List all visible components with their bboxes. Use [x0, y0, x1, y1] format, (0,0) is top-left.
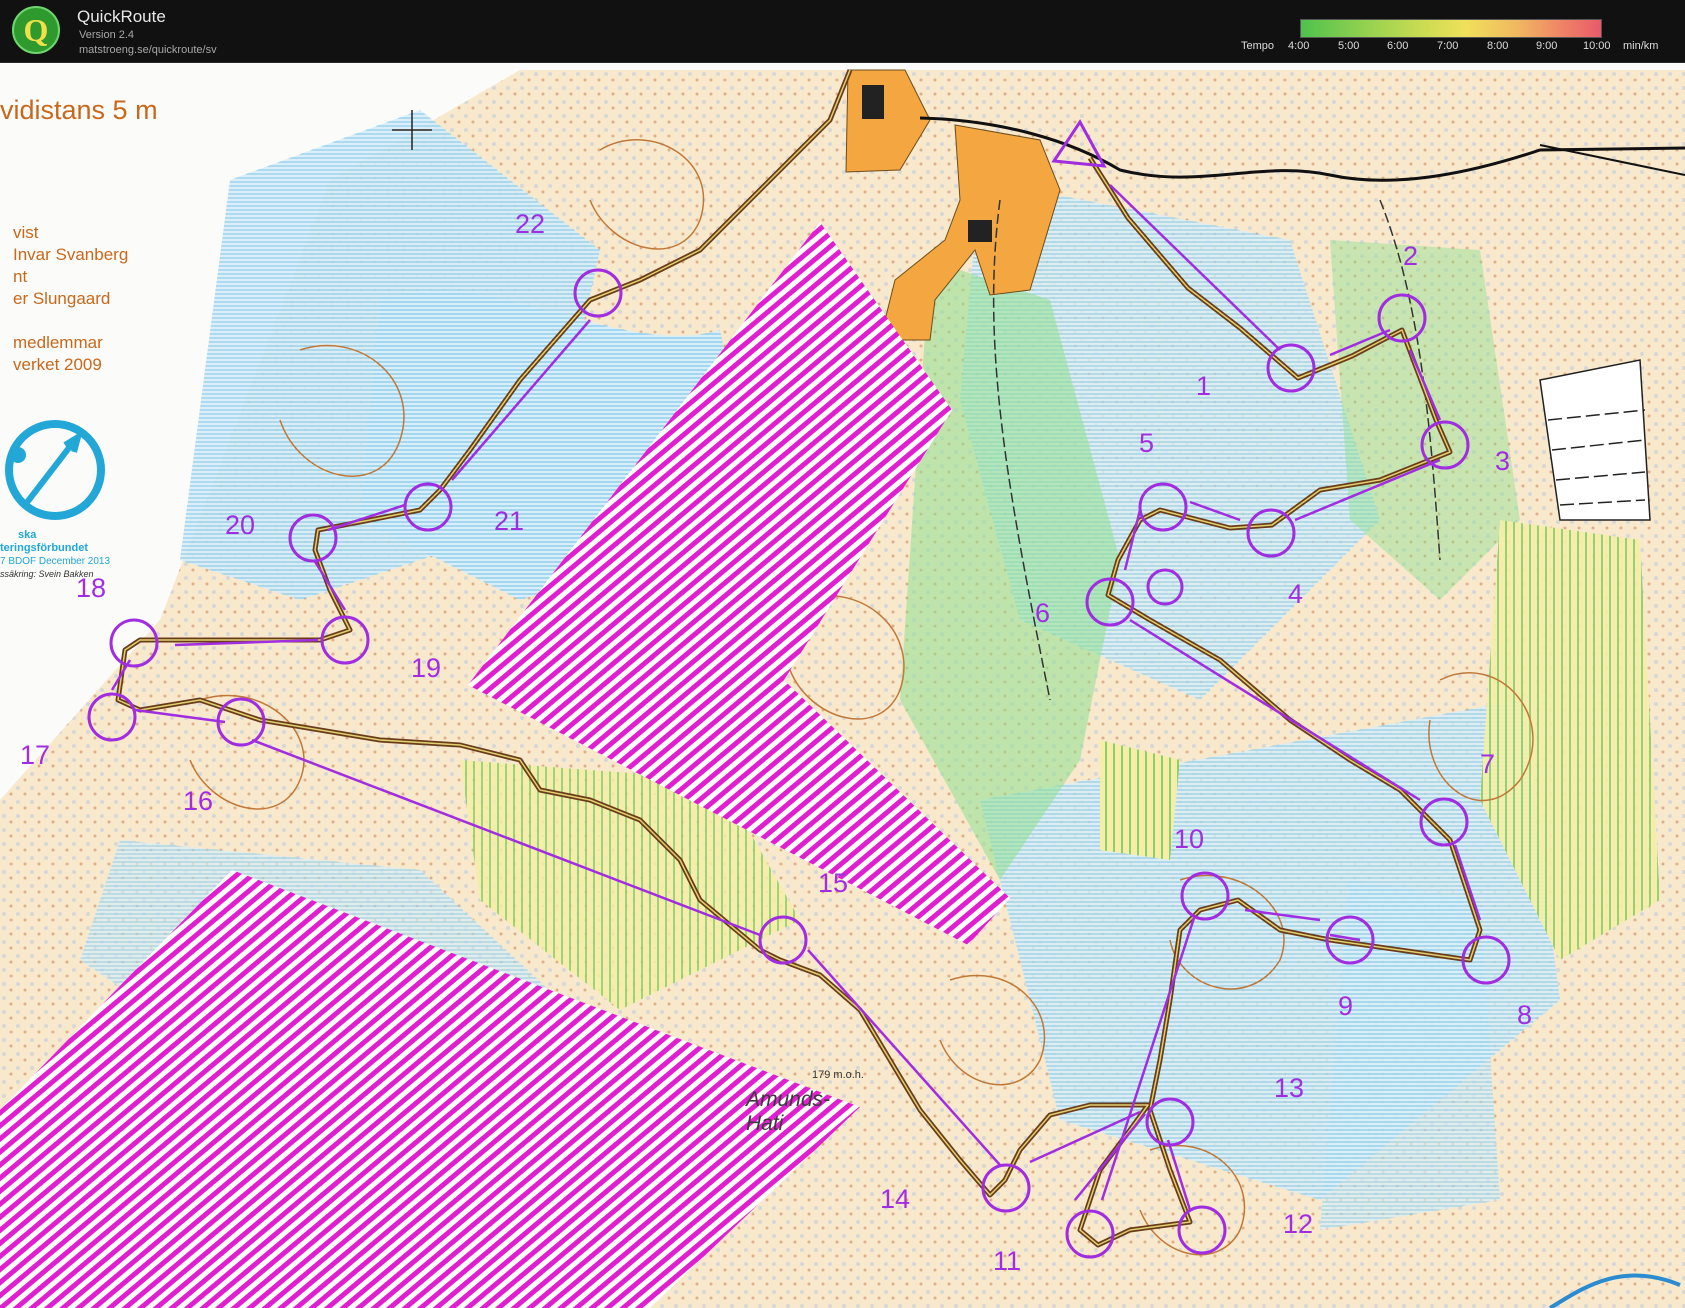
app-url[interactable]: matstroeng.se/quickroute/sv: [79, 44, 217, 56]
place-name: Hati: [746, 1112, 785, 1135]
control-number: 16: [183, 786, 213, 816]
place-name: Amunds-: [744, 1088, 830, 1111]
height-label: 179 m.o.h.: [812, 1069, 864, 1081]
tempo-tick: 6:00: [1387, 40, 1409, 52]
control-number: 15: [818, 868, 848, 898]
tempo-tick: 4:00: [1288, 40, 1310, 52]
control-number: 8: [1517, 1000, 1532, 1030]
map-legend-line: nt: [13, 267, 27, 286]
app-header: Q QuickRoute Version 2.4 matstroeng.se/q…: [0, 0, 1685, 63]
control-number: 19: [411, 653, 441, 683]
map-legend-line: medlemmar: [13, 333, 103, 352]
federation-name: teringsförbundet: [0, 542, 88, 554]
orienteering-map[interactable]: vidistans 5 m vist Invar Svanberg nt er …: [0, 63, 1685, 1308]
control-number: 20: [225, 510, 255, 540]
control-number: 18: [76, 573, 106, 603]
control-number: 21: [494, 506, 524, 536]
quickroute-logo-icon: Q: [12, 6, 60, 54]
control-number: 1: [1196, 371, 1211, 401]
federation-name: ska: [18, 529, 37, 541]
control-number: 22: [515, 209, 545, 239]
control-number: 12: [1283, 1209, 1313, 1239]
map-legend-line: er Slungaard: [13, 289, 110, 308]
tempo-tick: 8:00: [1487, 40, 1509, 52]
app-version: Version 2.4: [79, 29, 135, 41]
tempo-color-scale: [1300, 19, 1602, 38]
control-number: 7: [1480, 749, 1495, 779]
control-number: 14: [880, 1184, 910, 1214]
control-number: 9: [1338, 991, 1353, 1021]
map-legend-line: Invar Svanberg: [13, 245, 128, 264]
tempo-tick: 7:00: [1437, 40, 1459, 52]
federation-info: 7 BDOF December 2013: [0, 556, 110, 567]
control-number: 2: [1403, 241, 1418, 271]
tempo-tick: 10:00: [1583, 40, 1611, 52]
tempo-label: Tempo: [1241, 40, 1275, 52]
map-legend-line: verket 2009: [13, 355, 102, 374]
map-legend-line: vist: [13, 223, 39, 242]
control-number: 17: [20, 740, 50, 770]
control-number: 6: [1035, 598, 1050, 628]
control-number: 5: [1139, 428, 1154, 458]
map-legend-title: vidistans 5 m: [0, 95, 158, 125]
control-number: 3: [1495, 446, 1510, 476]
control-number: 13: [1274, 1073, 1304, 1103]
control-number: 11: [993, 1246, 1021, 1276]
tempo-tick: 5:00: [1338, 40, 1360, 52]
control-number: 4: [1288, 579, 1303, 609]
tempo-unit: min/km: [1623, 40, 1659, 52]
map-canvas[interactable]: vidistans 5 m vist Invar Svanberg nt er …: [0, 63, 1685, 1308]
tempo-tick: 9:00: [1536, 40, 1558, 52]
app-title: QuickRoute: [77, 7, 166, 26]
control-number: 10: [1174, 824, 1204, 854]
svg-text:Q: Q: [24, 12, 49, 48]
